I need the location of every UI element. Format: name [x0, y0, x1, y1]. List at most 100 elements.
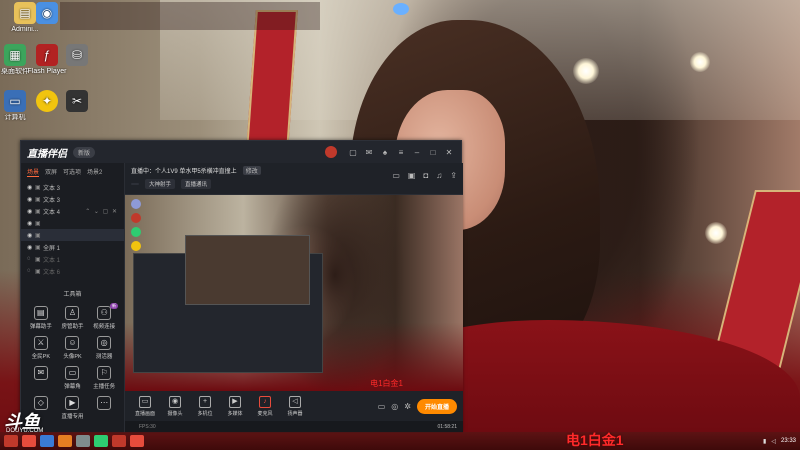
- speaker-button[interactable]: ◁ 扬声器: [281, 395, 309, 417]
- screen-capture-button[interactable]: ▭ 直播画面: [131, 395, 159, 417]
- source-label: 文本 3: [43, 197, 61, 204]
- taskbar-app-icon[interactable]: [94, 435, 108, 447]
- media-button[interactable]: ▶ 多媒体: [221, 395, 249, 417]
- webcam-icon: ◉: [169, 395, 181, 408]
- button-label: 多媒体: [227, 410, 243, 417]
- mail-icon[interactable]: ✉: [363, 148, 375, 157]
- eye-icon[interactable]: ◎: [391, 402, 398, 411]
- tool-admin[interactable]: ♙ 房管助手: [57, 306, 89, 330]
- button-label: 摄像头: [167, 410, 183, 417]
- tab-scene2[interactable]: 场景2: [87, 167, 102, 177]
- taskbar-app-icon[interactable]: [76, 435, 90, 447]
- source-row[interactable]: ◉ ▣ 文本 4 ⌃ ⌄ ▢ ✕: [21, 205, 124, 217]
- lock-icon[interactable]: ▣: [35, 220, 43, 227]
- bell-icon[interactable]: ♫: [436, 171, 442, 180]
- source-row[interactable]: ◌ ▣ 文本 6: [21, 265, 124, 277]
- tag-chip[interactable]: 大神射手: [145, 179, 176, 189]
- source-row[interactable]: ◉ ▣ 文本 3: [21, 193, 124, 205]
- volume-icon[interactable]: ◁: [771, 438, 776, 445]
- desktop-icon-capcut[interactable]: ✂: [52, 90, 102, 114]
- desktop-icon-app[interactable]: ◉: [22, 2, 72, 26]
- taskbar-app-icon[interactable]: [22, 435, 36, 447]
- webcam-button[interactable]: ◉ 摄像头: [161, 395, 189, 417]
- taskbar-app-icon[interactable]: [40, 435, 54, 447]
- tool-detector[interactable]: ◎ 测活器: [88, 336, 120, 360]
- tool-danmaku-corner[interactable]: ▭ 弹幕角: [57, 366, 89, 390]
- tool-avatar-pk[interactable]: ☺ 头像PK: [57, 336, 89, 360]
- media-icon: ▶: [229, 395, 241, 408]
- network-icon[interactable]: ▮: [763, 438, 766, 445]
- minimize-icon[interactable]: –: [411, 148, 423, 157]
- microphone-button[interactable]: ♪ 麦克风: [251, 395, 279, 417]
- shirt-icon[interactable]: ♠: [379, 148, 391, 157]
- taskbar-app-icon[interactable]: [58, 435, 72, 447]
- lock-icon[interactable]: ▣: [35, 208, 43, 215]
- desktop-icon-network[interactable]: ⛁: [52, 44, 102, 68]
- camera-icon[interactable]: ◘: [423, 171, 428, 180]
- tool-bullet-chat[interactable]: ▤ 弹幕助手: [25, 306, 57, 330]
- category-chip[interactable]: [131, 183, 139, 185]
- start-icon[interactable]: [4, 435, 18, 447]
- lock-icon[interactable]: ▣: [35, 184, 43, 191]
- tool-gift[interactable]: ✉: [25, 366, 57, 390]
- live-preview[interactable]: 电1白金1: [125, 195, 463, 391]
- tool-live[interactable]: ▶ 直播专用: [57, 396, 89, 420]
- share-icon[interactable]: ⇪: [450, 171, 457, 180]
- eye-icon[interactable]: ◉: [27, 184, 35, 191]
- tab-scene[interactable]: 场景: [27, 167, 40, 177]
- scissors-icon: ✂: [66, 90, 88, 112]
- stream-title: 直播中：个人1V9 单水甲5杀横冲直撞上: [131, 169, 237, 175]
- tool-pk[interactable]: ⚔ 全民PK: [25, 336, 57, 360]
- tab-optional[interactable]: 可选项: [63, 167, 81, 177]
- eye-icon[interactable]: ◌: [27, 268, 35, 274]
- system-tray: ▮ ◁ 23:33: [763, 438, 796, 445]
- tool-label: 全民PK: [31, 354, 50, 360]
- lock-icon[interactable]: ▣: [35, 232, 43, 239]
- maximize-icon[interactable]: □: [427, 148, 439, 157]
- tool-video-link[interactable]: 新 ⚇ 视频连接: [88, 303, 120, 330]
- clock[interactable]: 23:33: [781, 438, 796, 444]
- notice-chip[interactable]: 直播通讯: [181, 179, 212, 189]
- multicam-icon: +: [199, 395, 211, 408]
- pk-icon: ⚔: [33, 336, 48, 350]
- screen-icon[interactable]: ▭: [392, 171, 400, 180]
- taskbar-app-icon[interactable]: [130, 435, 144, 447]
- close-icon[interactable]: ✕: [443, 148, 455, 157]
- source-row[interactable]: ◉ ▣ 全屏 1: [21, 241, 124, 253]
- source-row[interactable]: ◉ ▣ 文本 3: [21, 181, 124, 193]
- source-label: 文本 4: [43, 209, 61, 216]
- multicam-button[interactable]: + 多机位: [191, 395, 219, 417]
- modify-button[interactable]: 修改: [242, 166, 261, 175]
- tool-more[interactable]: ⋯: [88, 396, 120, 420]
- source-row[interactable]: ◌ ▣ 文本 1: [21, 253, 124, 265]
- menu-icon[interactable]: ≡: [395, 148, 407, 157]
- eye-icon[interactable]: ◉: [27, 196, 35, 203]
- lock-icon[interactable]: ▣: [408, 171, 416, 180]
- tool-label: 直播专用: [61, 414, 84, 420]
- lock-icon[interactable]: ▣: [35, 244, 43, 251]
- version-badge[interactable]: 新版: [73, 146, 96, 158]
- record-icon[interactable]: ▭: [378, 402, 386, 411]
- avatar-icon[interactable]: [325, 146, 337, 158]
- eye-icon[interactable]: ◉: [27, 244, 35, 251]
- start-live-button[interactable]: 开始直播: [416, 398, 457, 414]
- source-actions[interactable]: ⌃ ⌄ ▢ ✕: [85, 208, 118, 215]
- chat-icon[interactable]: ▢: [347, 148, 359, 157]
- tool-task[interactable]: ⚐ 主播任务: [88, 366, 120, 390]
- eye-icon[interactable]: ◉: [27, 232, 35, 239]
- taskbar-app-icon[interactable]: [112, 435, 126, 447]
- source-row[interactable]: ◉ ▣: [21, 217, 124, 229]
- settings-icon[interactable]: ✲: [404, 402, 411, 411]
- bird-icon: [393, 3, 409, 15]
- lock-icon[interactable]: ▣: [35, 256, 43, 263]
- eye-icon[interactable]: ◌: [27, 256, 35, 262]
- avatar: [131, 199, 141, 209]
- source-row[interactable]: ◉ ▣: [21, 229, 124, 241]
- toolbox-title: 工具箱: [63, 292, 82, 298]
- eye-icon[interactable]: ◉: [27, 220, 35, 227]
- lock-icon[interactable]: ▣: [35, 196, 43, 203]
- button-label: 直播画面: [134, 410, 155, 417]
- tab-dual[interactable]: 双屏: [45, 167, 57, 177]
- lock-icon[interactable]: ▣: [35, 268, 43, 275]
- eye-icon[interactable]: ◉: [27, 208, 35, 215]
